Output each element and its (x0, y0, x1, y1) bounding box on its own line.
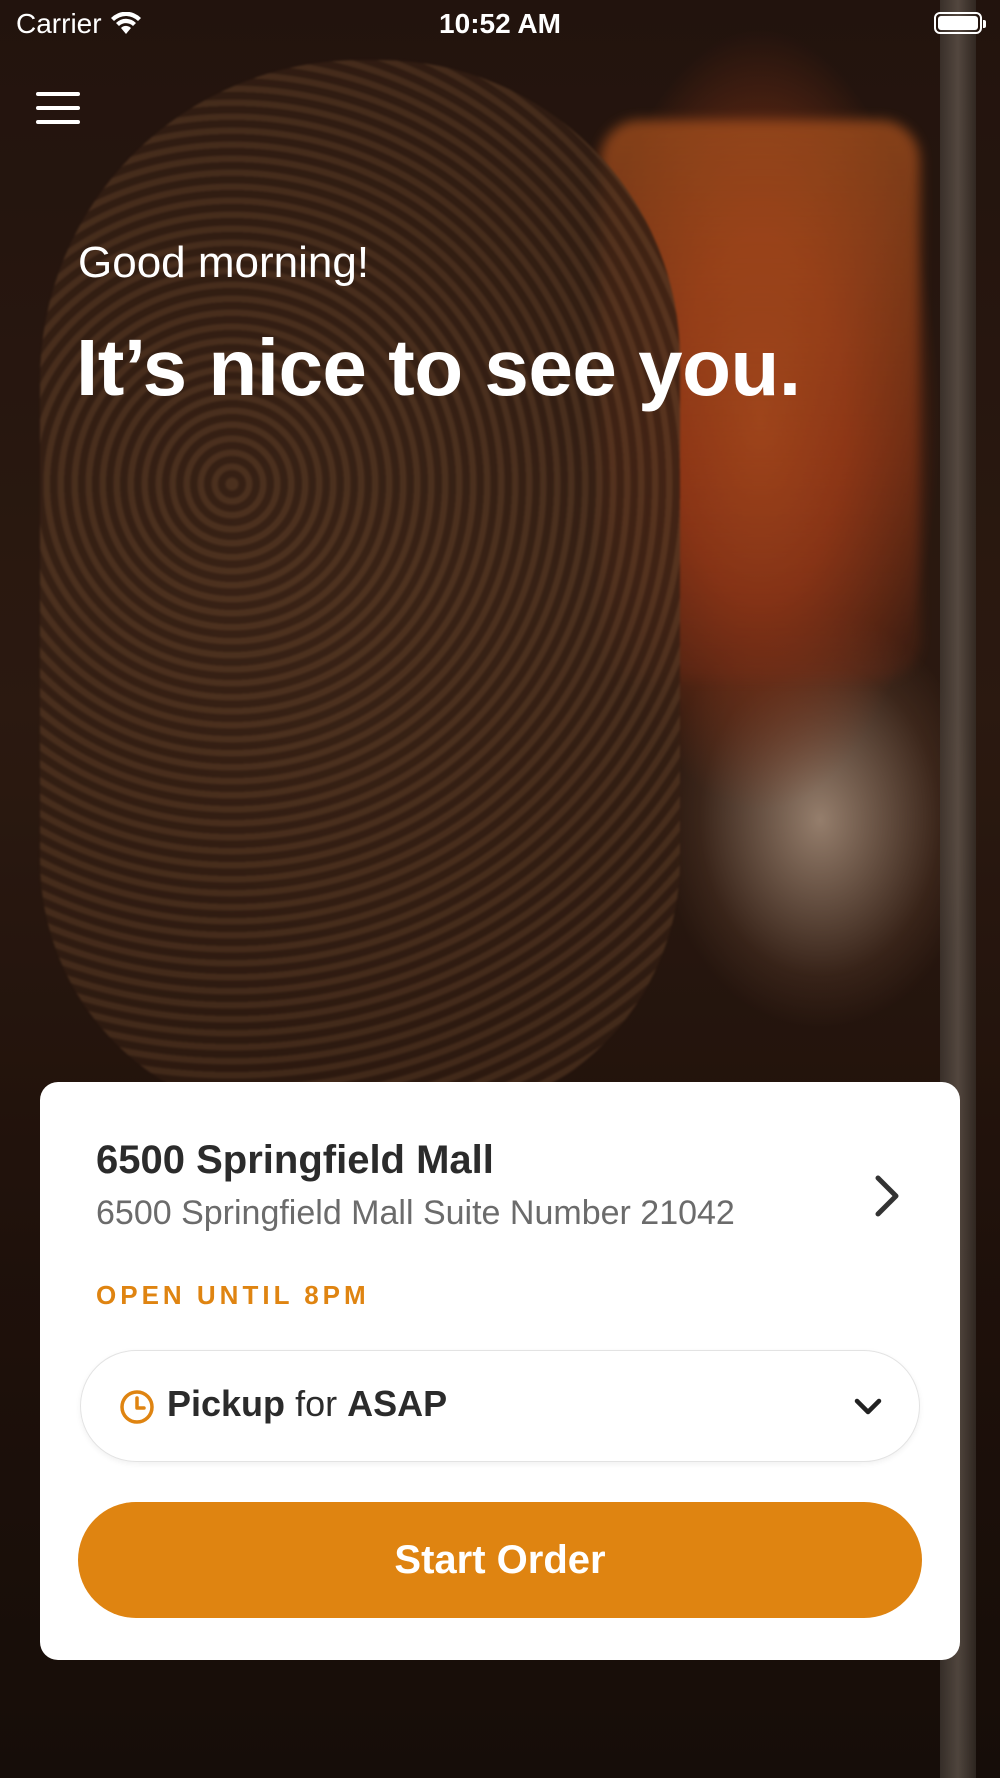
menu-bar (36, 106, 80, 110)
pickup-connector: for (295, 1383, 338, 1424)
chevron-down-icon (854, 1398, 882, 1415)
store-address[interactable]: 6500 Springfield Mall Suite Number 21042 (96, 1194, 735, 1233)
chevron-right-icon[interactable] (866, 1166, 906, 1226)
clock-time: 10:52 AM (439, 8, 561, 39)
menu-bar (36, 120, 80, 124)
menu-bar (36, 92, 80, 96)
pickup-time: ASAP (347, 1383, 448, 1424)
battery-icon (934, 12, 986, 34)
pickup-mode: Pickup (167, 1383, 286, 1424)
pickup-time-selector[interactable]: Pickup for ASAP (80, 1350, 920, 1462)
start-order-button[interactable]: Start Order (78, 1502, 922, 1618)
store-name[interactable]: 6500 Springfield Mall (96, 1138, 494, 1183)
greeting-text: Good morning! (78, 238, 370, 287)
pickup-text: Pickup for ASAP (167, 1383, 447, 1425)
status-bar: Carrier 10:52 AM (0, 0, 1000, 50)
clock-icon (120, 1390, 154, 1424)
hours-label: OPEN UNTIL 8PM (96, 1280, 370, 1310)
menu-button[interactable] (36, 92, 80, 132)
location-card: 6500 Springfield Mall 6500 Springfield M… (40, 1082, 960, 1660)
headline-text: It’s nice to see you. (76, 323, 801, 412)
